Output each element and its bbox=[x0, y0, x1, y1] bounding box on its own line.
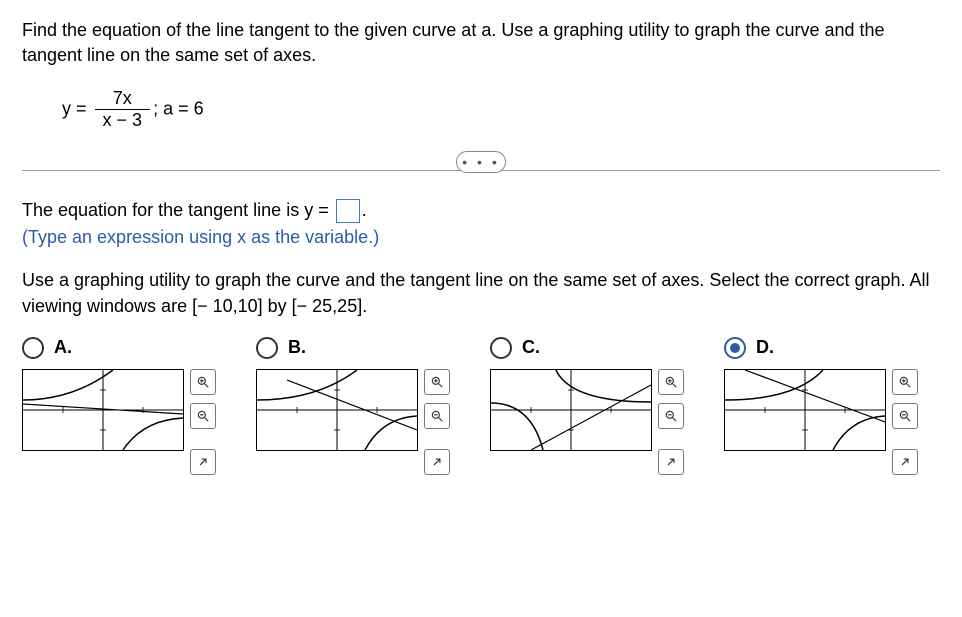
option-d-label: D. bbox=[756, 337, 774, 358]
input-hint: (Type an expression using x as the varia… bbox=[22, 227, 940, 248]
fraction-denominator: x − 3 bbox=[95, 110, 151, 131]
radio-d[interactable] bbox=[724, 337, 746, 359]
option-c-head[interactable]: C. bbox=[490, 337, 706, 359]
zoom-out-a[interactable] bbox=[190, 403, 216, 429]
fraction-numerator: 7x bbox=[95, 88, 151, 110]
option-d-head[interactable]: D. bbox=[724, 337, 940, 359]
fraction: 7x x − 3 bbox=[95, 88, 151, 131]
radio-b[interactable] bbox=[256, 337, 278, 359]
option-c: C. bbox=[490, 337, 706, 475]
answer-prompt: The equation for the tangent line is y =… bbox=[22, 199, 940, 223]
expand-pill[interactable]: • • • bbox=[456, 151, 506, 173]
external-b[interactable] bbox=[424, 449, 450, 475]
option-b-label: B. bbox=[288, 337, 306, 358]
graph-c bbox=[490, 369, 652, 451]
prompt-prefix: The equation for the tangent line is y = bbox=[22, 200, 329, 220]
option-d: D. bbox=[724, 337, 940, 475]
option-a-label: A. bbox=[54, 337, 72, 358]
option-b-head[interactable]: B. bbox=[256, 337, 472, 359]
options-row: A. bbox=[22, 337, 940, 475]
prompt-suffix: . bbox=[362, 200, 367, 220]
external-c[interactable] bbox=[658, 449, 684, 475]
zoom-in-a[interactable] bbox=[190, 369, 216, 395]
question-text: Find the equation of the line tangent to… bbox=[22, 18, 940, 68]
graph-a bbox=[22, 369, 184, 451]
zoom-out-c[interactable] bbox=[658, 403, 684, 429]
zoom-in-c[interactable] bbox=[658, 369, 684, 395]
section-divider: • • • bbox=[22, 151, 940, 171]
graph-b bbox=[256, 369, 418, 451]
radio-c[interactable] bbox=[490, 337, 512, 359]
graph-instructions: Use a graphing utility to graph the curv… bbox=[22, 268, 940, 318]
given-equation: y = 7x x − 3 ; a = 6 bbox=[62, 88, 940, 131]
external-a[interactable] bbox=[190, 449, 216, 475]
graph-d bbox=[724, 369, 886, 451]
option-c-label: C. bbox=[522, 337, 540, 358]
external-d[interactable] bbox=[892, 449, 918, 475]
radio-a[interactable] bbox=[22, 337, 44, 359]
eq-rhs: ; a = 6 bbox=[153, 99, 204, 119]
zoom-in-b[interactable] bbox=[424, 369, 450, 395]
eq-lhs: y = bbox=[62, 99, 87, 119]
zoom-out-b[interactable] bbox=[424, 403, 450, 429]
option-a-head[interactable]: A. bbox=[22, 337, 238, 359]
option-a: A. bbox=[22, 337, 238, 475]
zoom-in-d[interactable] bbox=[892, 369, 918, 395]
zoom-out-d[interactable] bbox=[892, 403, 918, 429]
option-b: B. bbox=[256, 337, 472, 475]
answer-input[interactable] bbox=[336, 199, 360, 223]
